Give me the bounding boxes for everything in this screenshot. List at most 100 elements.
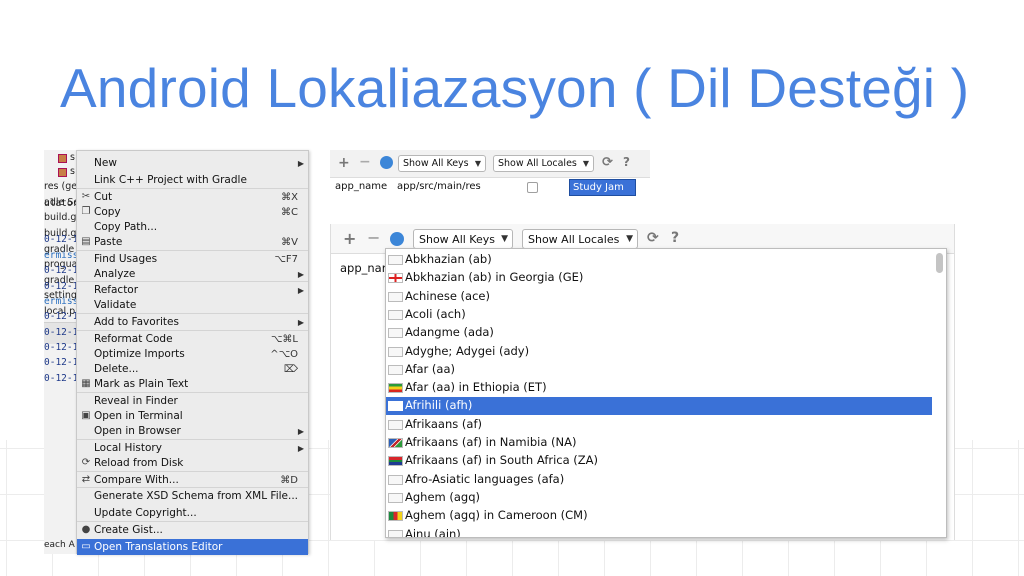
show-locales-dropdown[interactable]: Show All Locales ▼	[522, 229, 638, 249]
key-cell[interactable]: app_nar	[340, 261, 386, 275]
key-cell[interactable]: app_name	[335, 181, 387, 192]
locale-option[interactable]: Afro-Asiatic languages (afa)	[386, 471, 932, 489]
locale-label: Ainu (ain)	[405, 526, 461, 538]
blank-flag-icon	[388, 309, 403, 320]
menu-item-reload-from-disk[interactable]: ⟳ Reload from Disk	[77, 455, 308, 471]
resource-folder-cell[interactable]: app/src/main/res	[397, 181, 481, 192]
help-icon[interactable]: ?	[671, 230, 679, 246]
globe-icon[interactable]	[380, 156, 393, 169]
locale-option[interactable]: Aghem (agq) in Cameroon (CM)	[386, 507, 932, 525]
locale-dropdown-list[interactable]: Abkhazian (ab) Abkhazian (ab) in Georgia …	[385, 248, 947, 538]
logcat-line: ermissi	[44, 250, 79, 261]
menu-item-open-translations-editor[interactable]: ▭ Open Translations Editor	[77, 539, 308, 555]
terminal-icon: ▣	[81, 410, 91, 421]
locale-option[interactable]: Afrikaans (af)	[386, 416, 932, 434]
add-key-icon[interactable]: +	[343, 229, 356, 248]
locale-option[interactable]: Ainu (ain)	[386, 526, 932, 538]
menu-item-label: Mark as Plain Text	[94, 378, 189, 390]
menu-item-find-usages[interactable]: Find Usages ⌥F7	[77, 251, 308, 267]
project-file-item[interactable]: s	[70, 152, 75, 166]
bottom-tab-label[interactable]: each A	[44, 540, 75, 554]
menu-item-label: Reload from Disk	[94, 457, 184, 469]
menu-item-new[interactable]: New ▶	[77, 155, 308, 171]
editor-toolbar: + − Show All Keys ▼ Show All Locales ▼ ⟳ ?	[330, 150, 650, 178]
chevron-down-icon: ▼	[626, 234, 633, 244]
locale-option[interactable]: Acoli (ach)	[386, 306, 932, 324]
menu-item-label: Delete...	[94, 363, 139, 375]
locale-option[interactable]: Abkhazian (ab)	[386, 251, 932, 269]
locale-label: Afrikaans (af)	[405, 416, 482, 431]
menu-item-create-gist[interactable]: ● Create Gist...	[77, 522, 308, 538]
menu-item-link-c-project-with-gradle[interactable]: Link C++ Project with Gradle	[77, 172, 308, 188]
translation-value-cell[interactable]: Study Jam	[569, 179, 636, 196]
locale-label: Afro-Asiatic languages (afa)	[405, 471, 565, 486]
menu-item-label: Find Usages	[94, 253, 158, 265]
menu-item-analyze[interactable]: Analyze ▶	[77, 266, 308, 282]
show-keys-dropdown[interactable]: Show All Keys ▼	[413, 229, 513, 249]
locale-label: Aghem (agq) in Cameroon (CM)	[405, 508, 588, 523]
menu-item-open-in-browser[interactable]: Open in Browser ▶	[77, 423, 308, 439]
show-locales-dropdown[interactable]: Show All Locales ▼	[493, 155, 594, 172]
menu-item-compare-with[interactable]: ⇄ Compare With... ⌘D	[77, 472, 308, 488]
menu-item-validate[interactable]: Validate	[77, 297, 308, 313]
locale-option[interactable]: Abkhazian (ab) in Georgia (GE)	[386, 269, 932, 287]
menu-shortcut: ⌘C	[281, 206, 298, 218]
menu-item-cut[interactable]: ✂ Cut ⌘X	[77, 189, 308, 205]
menu-item-label: Reveal in Finder	[94, 395, 178, 407]
globe-icon[interactable]	[390, 232, 404, 246]
menu-item-reformat-code[interactable]: Reformat Code ⌥⌘L	[77, 331, 308, 347]
menu-shortcut: ⌥⌘L	[270, 333, 298, 345]
menu-item-copy[interactable]: ❐ Copy ⌘C	[77, 204, 308, 220]
untranslatable-checkbox[interactable]	[527, 182, 538, 193]
remove-key-icon[interactable]: −	[359, 154, 371, 170]
locale-option[interactable]: Afrikaans (af) in Namibia (NA)	[386, 434, 932, 452]
logcat-line: 0-12-1	[44, 234, 79, 245]
logcat-line: ermissi	[44, 296, 79, 307]
menu-item-optimize-imports[interactable]: Optimize Imports ^⌥O	[77, 346, 308, 362]
reload-icon[interactable]: ⟳	[602, 155, 613, 170]
locale-option[interactable]: Achinese (ace)	[386, 288, 932, 306]
menu-item-update-copyright[interactable]: Update Copyright...	[77, 505, 308, 521]
translations-editor-small: + − Show All Keys ▼ Show All Locales ▼ ⟳ ?…	[330, 150, 650, 200]
reload-icon[interactable]: ⟳	[647, 230, 659, 246]
scrollbar-thumb[interactable]	[936, 253, 943, 273]
locale-option[interactable]: Afar (aa) in Ethiopia (ET)	[386, 379, 932, 397]
logcat-line: 0-12-1	[44, 327, 79, 338]
cameroon-flag-icon	[388, 511, 403, 522]
help-icon[interactable]: ?	[623, 155, 630, 169]
locale-option[interactable]: Afrikaans (af) in South Africa (ZA)	[386, 452, 932, 470]
logcat-line: 0-12-1	[44, 373, 79, 384]
locale-option[interactable]: Afar (aa)	[386, 361, 932, 379]
menu-item-generate-xsd-schema-from-xml-file[interactable]: Generate XSD Schema from XML File...	[77, 488, 308, 504]
remove-key-icon[interactable]: −	[367, 228, 380, 247]
project-file-item[interactable]: s	[70, 166, 75, 180]
menu-item-reveal-in-finder[interactable]: Reveal in Finder	[77, 393, 308, 409]
project-file-item[interactable]: build.g	[44, 212, 76, 226]
locale-label: Aghem (agq)	[405, 489, 481, 504]
locale-label: Afrikaans (af) in South Africa (ZA)	[405, 453, 599, 468]
menu-item-mark-as-plain-text[interactable]: ▦ Mark as Plain Text	[77, 376, 308, 392]
show-keys-dropdown[interactable]: Show All Keys ▼	[398, 155, 486, 172]
menu-shortcut: ⌥F7	[274, 253, 298, 265]
locale-label: Abkhazian (ab) in Georgia (GE)	[405, 270, 584, 285]
blank-flag-icon	[388, 492, 403, 503]
locale-option[interactable]: Adangme (ada)	[386, 324, 932, 342]
menu-item-local-history[interactable]: Local History ▶	[77, 440, 308, 456]
menu-item-delete[interactable]: Delete... ⌦	[77, 361, 308, 377]
add-key-icon[interactable]: +	[338, 155, 350, 171]
scissors-icon: ✂	[81, 191, 91, 202]
menu-item-copy-path[interactable]: Copy Path...	[77, 219, 308, 235]
locale-option[interactable]: Aghem (agq)	[386, 489, 932, 507]
project-file-item[interactable]: res (ge	[44, 181, 77, 195]
locale-option[interactable]: Adyghe; Adygei (ady)	[386, 343, 932, 361]
file-icon	[58, 154, 67, 163]
locale-option[interactable]: Afrihili (afh)	[386, 397, 932, 416]
menu-item-refactor[interactable]: Refactor ▶	[77, 282, 308, 298]
menu-item-open-in-terminal[interactable]: ▣ Open in Terminal	[77, 408, 308, 424]
menu-item-paste[interactable]: ▤ Paste ⌘V	[77, 234, 308, 250]
menu-item-add-to-favorites[interactable]: Add to Favorites ▶	[77, 314, 308, 330]
logcat-line: 0-12-1	[44, 281, 79, 292]
submenu-arrow-icon: ▶	[297, 285, 304, 295]
menu-item-label: Reformat Code	[94, 333, 173, 345]
menu-item-label: Open in Browser	[94, 425, 181, 437]
